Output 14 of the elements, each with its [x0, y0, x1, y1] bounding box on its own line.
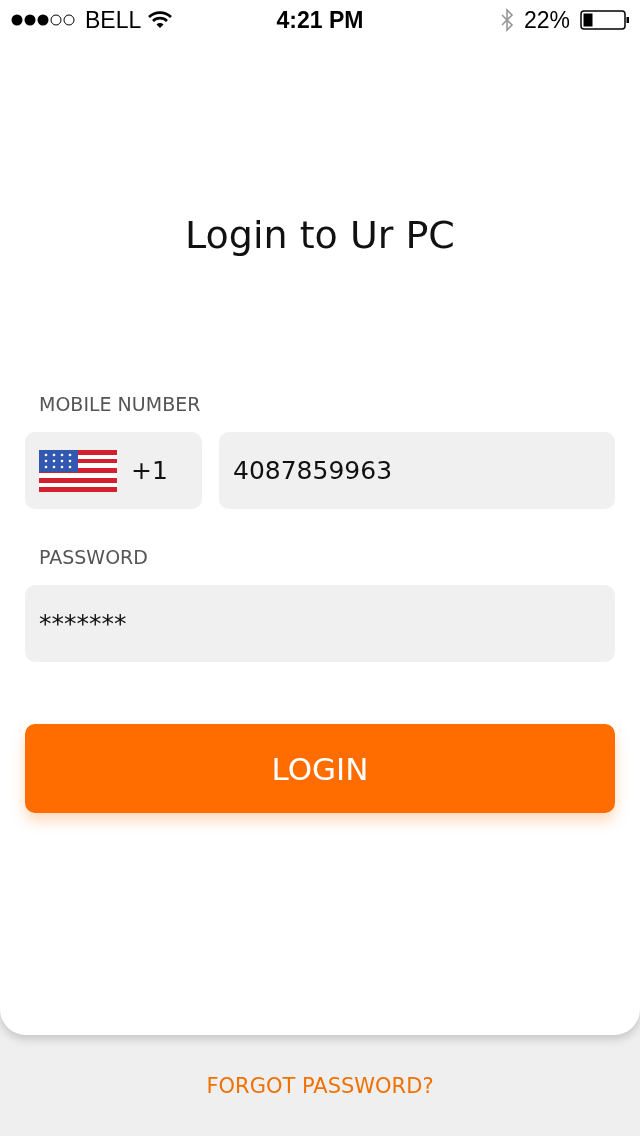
phone-number-field[interactable]: 4087859963 — [219, 432, 615, 509]
carrier-name: BELL — [85, 6, 142, 34]
country-code-selector[interactable]: +1 — [25, 432, 202, 509]
field-label: PASSWORD — [39, 545, 149, 570]
battery-percent: 22% — [523, 6, 570, 34]
flag-icon — [39, 449, 117, 492]
signal-icon — [10, 13, 78, 27]
page-title: Login to Ur PC — [184, 212, 456, 259]
wifi-icon — [148, 11, 173, 29]
status-time: 4:21 PM — [276, 6, 364, 34]
password-field[interactable]: ******* — [25, 585, 615, 662]
battery-icon — [580, 10, 630, 30]
bluetooth-icon — [499, 8, 514, 32]
field-label: MOBILE NUMBER — [39, 392, 202, 417]
